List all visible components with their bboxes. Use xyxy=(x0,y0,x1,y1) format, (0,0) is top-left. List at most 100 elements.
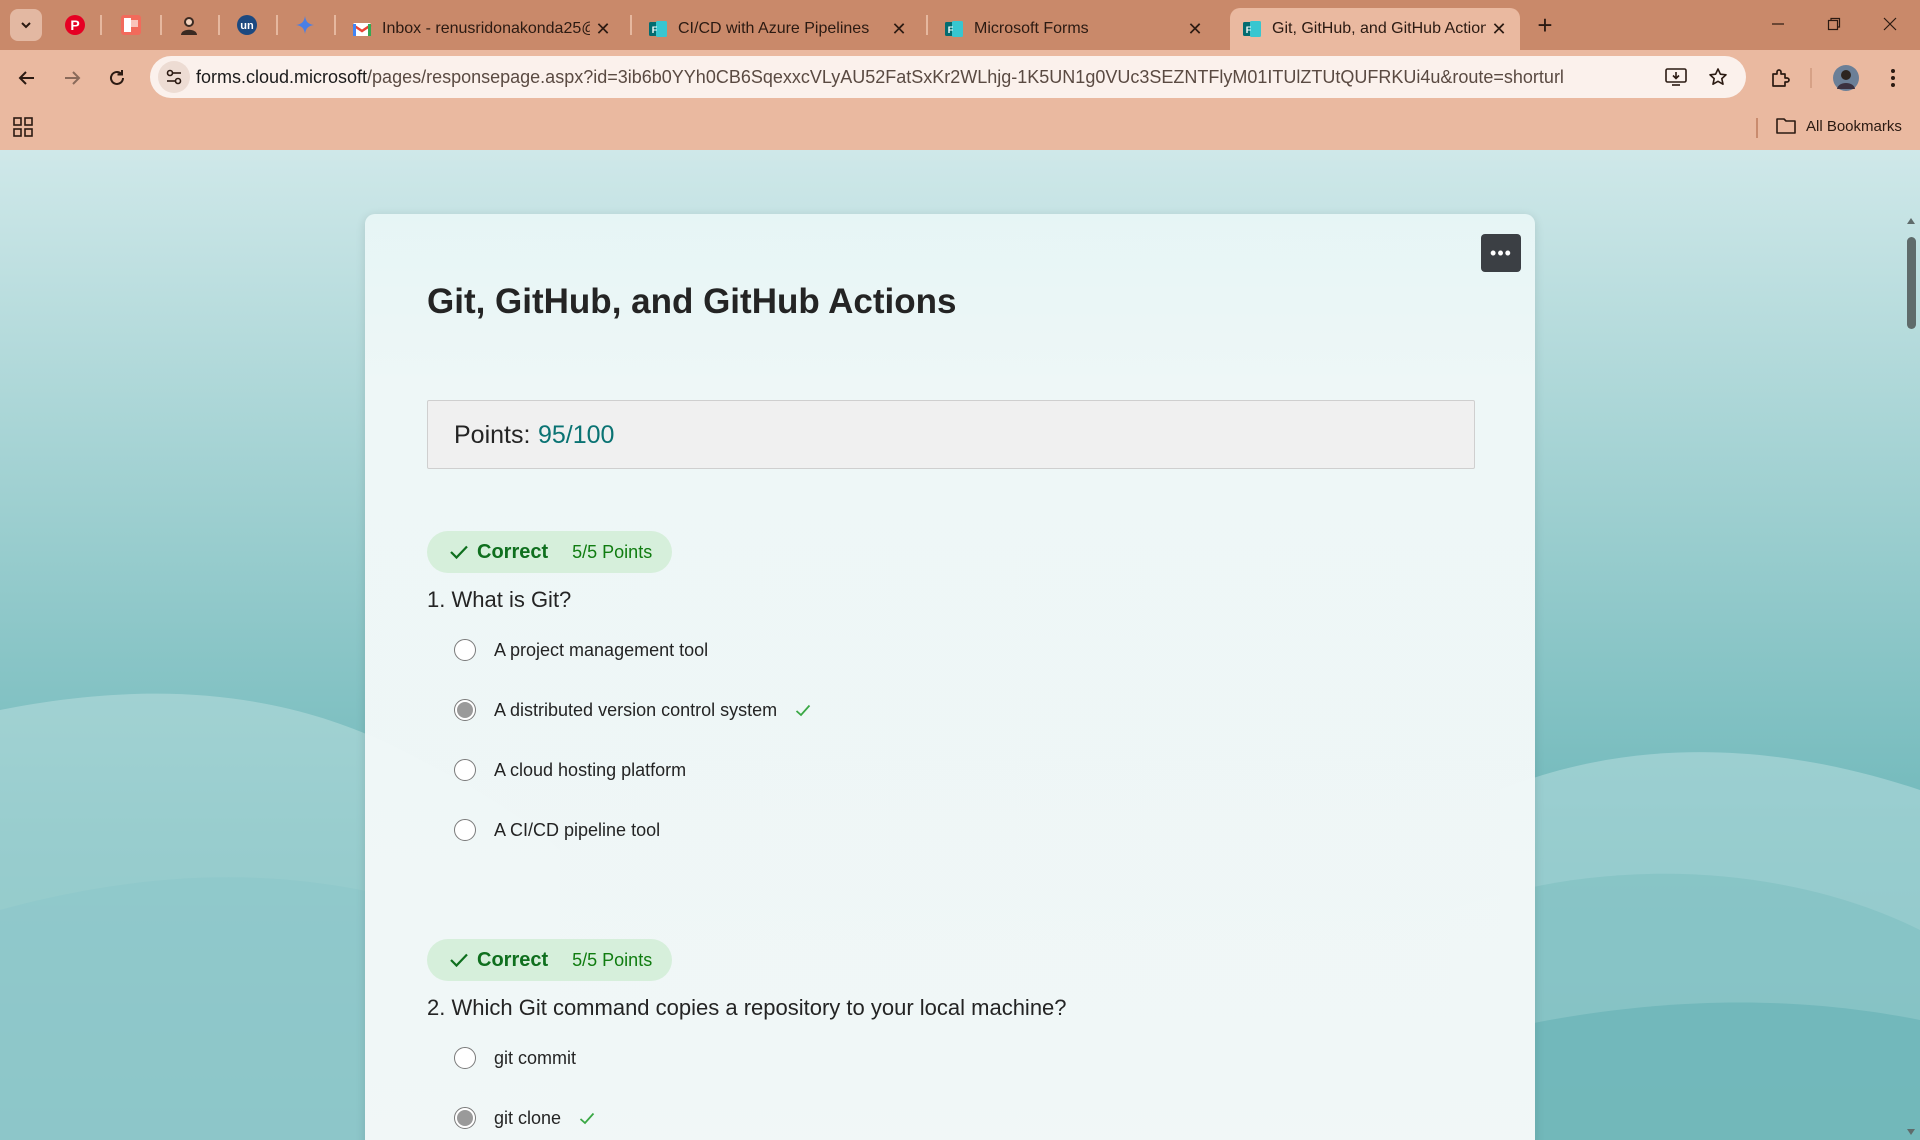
pinned-tab-unstop[interactable]: un xyxy=(230,9,264,41)
tune-icon xyxy=(166,69,182,85)
correct-check-icon xyxy=(579,1112,595,1124)
tab-cicd[interactable]: F CI/CD with Azure Pipelines ✕ xyxy=(636,8,920,50)
tab-separator xyxy=(276,15,278,35)
tab-strip: P un Inbox - renusridonakonda25@ ✕ F CI/… xyxy=(0,0,1920,50)
pinterest-icon: P xyxy=(65,15,85,35)
question-text: What is Git? xyxy=(451,587,572,612)
forms-icon: F xyxy=(1243,21,1261,37)
apps-button[interactable] xyxy=(12,116,34,143)
scroll-up-arrow-icon[interactable] xyxy=(1906,217,1916,225)
more-options-button[interactable]: ••• xyxy=(1481,234,1521,272)
page-viewport: ••• Git, GitHub, and GitHub Actions Poin… xyxy=(0,150,1920,1140)
install-app-button[interactable] xyxy=(1662,63,1690,91)
apps-grid-icon xyxy=(13,117,33,137)
close-icon[interactable]: ✕ xyxy=(1486,16,1512,42)
answer-option[interactable]: A distributed version control system xyxy=(454,695,811,725)
toolbar-separator xyxy=(1810,68,1812,88)
close-icon[interactable]: ✕ xyxy=(1182,16,1208,42)
close-icon[interactable]: ✕ xyxy=(590,16,616,42)
address-bar[interactable]: forms.cloud.microsoft/pages/responsepage… xyxy=(150,56,1746,98)
tab-separator xyxy=(334,15,336,35)
pinned-tab-gemini[interactable] xyxy=(288,9,322,41)
browser-toolbar: forms.cloud.microsoft/pages/responsepage… xyxy=(0,50,1920,106)
svg-text:F: F xyxy=(948,25,954,35)
svg-text:F: F xyxy=(1246,25,1252,35)
site-info-button[interactable] xyxy=(158,61,190,93)
answer-option[interactable]: git clone xyxy=(454,1103,595,1133)
svg-text:P: P xyxy=(70,17,79,33)
pinned-tab-pixel[interactable] xyxy=(114,9,148,41)
points-summary: Points: 95/100 xyxy=(427,400,1475,469)
tab-microsoft-forms[interactable]: F Microsoft Forms ✕ xyxy=(932,8,1216,50)
minimize-icon xyxy=(1772,23,1784,25)
url-text: forms.cloud.microsoft/pages/responsepage… xyxy=(196,67,1564,88)
window-close-button[interactable] xyxy=(1862,0,1918,48)
option-text: A cloud hosting platform xyxy=(494,759,687,780)
scroll-down-arrow-icon[interactable] xyxy=(1906,1128,1916,1136)
pinned-tab-pinterest[interactable]: P xyxy=(58,9,92,41)
close-icon xyxy=(1883,17,1897,31)
pinned-tab-avatar[interactable] xyxy=(172,9,206,41)
bookmarks-separator xyxy=(1756,118,1758,138)
radio-button[interactable] xyxy=(454,639,476,661)
form-title: Git, GitHub, and GitHub Actions xyxy=(427,282,957,321)
tab-title: Inbox - renusridonakonda25@ xyxy=(382,20,590,37)
question-title: 2. Which Git command copies a repository… xyxy=(427,995,1067,1021)
all-bookmarks-button[interactable]: All Bookmarks xyxy=(1776,117,1902,135)
forward-button[interactable] xyxy=(54,60,90,96)
radio-button-selected[interactable] xyxy=(454,699,476,721)
result-badge: Correct 5/5 Points xyxy=(427,939,673,981)
new-tab-button[interactable]: + xyxy=(1528,9,1562,41)
close-icon[interactable]: ✕ xyxy=(886,16,912,42)
page-scrollbar[interactable] xyxy=(1902,215,1920,1140)
bookmark-star-button[interactable] xyxy=(1704,63,1732,91)
question-text: Which Git command copies a repository to… xyxy=(451,995,1067,1020)
tab-separator xyxy=(218,15,220,35)
tab-title: Git, GitHub, and GitHub Actions xyxy=(1272,20,1486,37)
radio-button-selected[interactable] xyxy=(454,1107,476,1129)
bookmarks-bar: All Bookmarks xyxy=(0,106,1920,150)
all-bookmarks-label: All Bookmarks xyxy=(1806,117,1902,135)
puzzle-icon xyxy=(1772,69,1790,87)
tab-title: Microsoft Forms xyxy=(974,20,1089,37)
pixel-app-icon xyxy=(121,15,141,35)
radio-button[interactable] xyxy=(454,819,476,841)
url-host: forms.cloud.microsoft xyxy=(196,67,368,87)
answer-option[interactable]: A CI/CD pipeline tool xyxy=(454,815,660,845)
result-badge: Correct 5/5 Points xyxy=(427,531,673,573)
tab-inbox[interactable]: Inbox - renusridonakonda25@ ✕ xyxy=(340,8,624,50)
answer-option[interactable]: A project management tool xyxy=(454,635,708,665)
chevron-down-icon xyxy=(21,22,31,29)
tab-git-github-actions[interactable]: F Git, GitHub, and GitHub Actions ✕ xyxy=(1230,8,1520,50)
back-button[interactable] xyxy=(9,60,45,96)
points-value: 95/100 xyxy=(538,421,615,449)
arrow-right-icon xyxy=(65,71,81,85)
question-number: 2. xyxy=(427,995,446,1020)
tab-separator xyxy=(100,15,102,35)
option-text: A CI/CD pipeline tool xyxy=(494,819,661,840)
unstop-icon: un xyxy=(237,15,257,35)
answer-option[interactable]: A cloud hosting platform xyxy=(454,755,686,785)
option-text: git clone xyxy=(494,1107,562,1128)
url-path: /pages/responsepage.aspx?id=3ib6b0YYh0CB… xyxy=(367,67,1564,87)
radio-button[interactable] xyxy=(454,759,476,781)
result-points: 5/5 Points xyxy=(572,541,653,562)
option-text: git commit xyxy=(494,1047,577,1068)
tab-search-button[interactable] xyxy=(10,9,42,41)
correct-check-icon xyxy=(796,704,811,716)
browser-menu-button[interactable] xyxy=(1875,60,1911,96)
tab-separator xyxy=(160,15,162,35)
scrollbar-thumb[interactable] xyxy=(1907,237,1916,329)
result-label: Correct xyxy=(477,540,549,563)
result-label: Correct xyxy=(477,948,549,971)
reload-button[interactable] xyxy=(99,60,135,96)
radio-button[interactable] xyxy=(454,1047,476,1069)
points-label: Points: xyxy=(454,421,531,449)
extensions-button[interactable] xyxy=(1762,60,1798,96)
restore-button[interactable] xyxy=(1806,0,1862,48)
svg-text:un: un xyxy=(240,20,254,32)
forms-icon: F xyxy=(945,21,963,37)
minimize-button[interactable] xyxy=(1750,0,1806,48)
profile-button[interactable] xyxy=(1828,60,1864,96)
answer-option[interactable]: git commit xyxy=(454,1043,576,1073)
